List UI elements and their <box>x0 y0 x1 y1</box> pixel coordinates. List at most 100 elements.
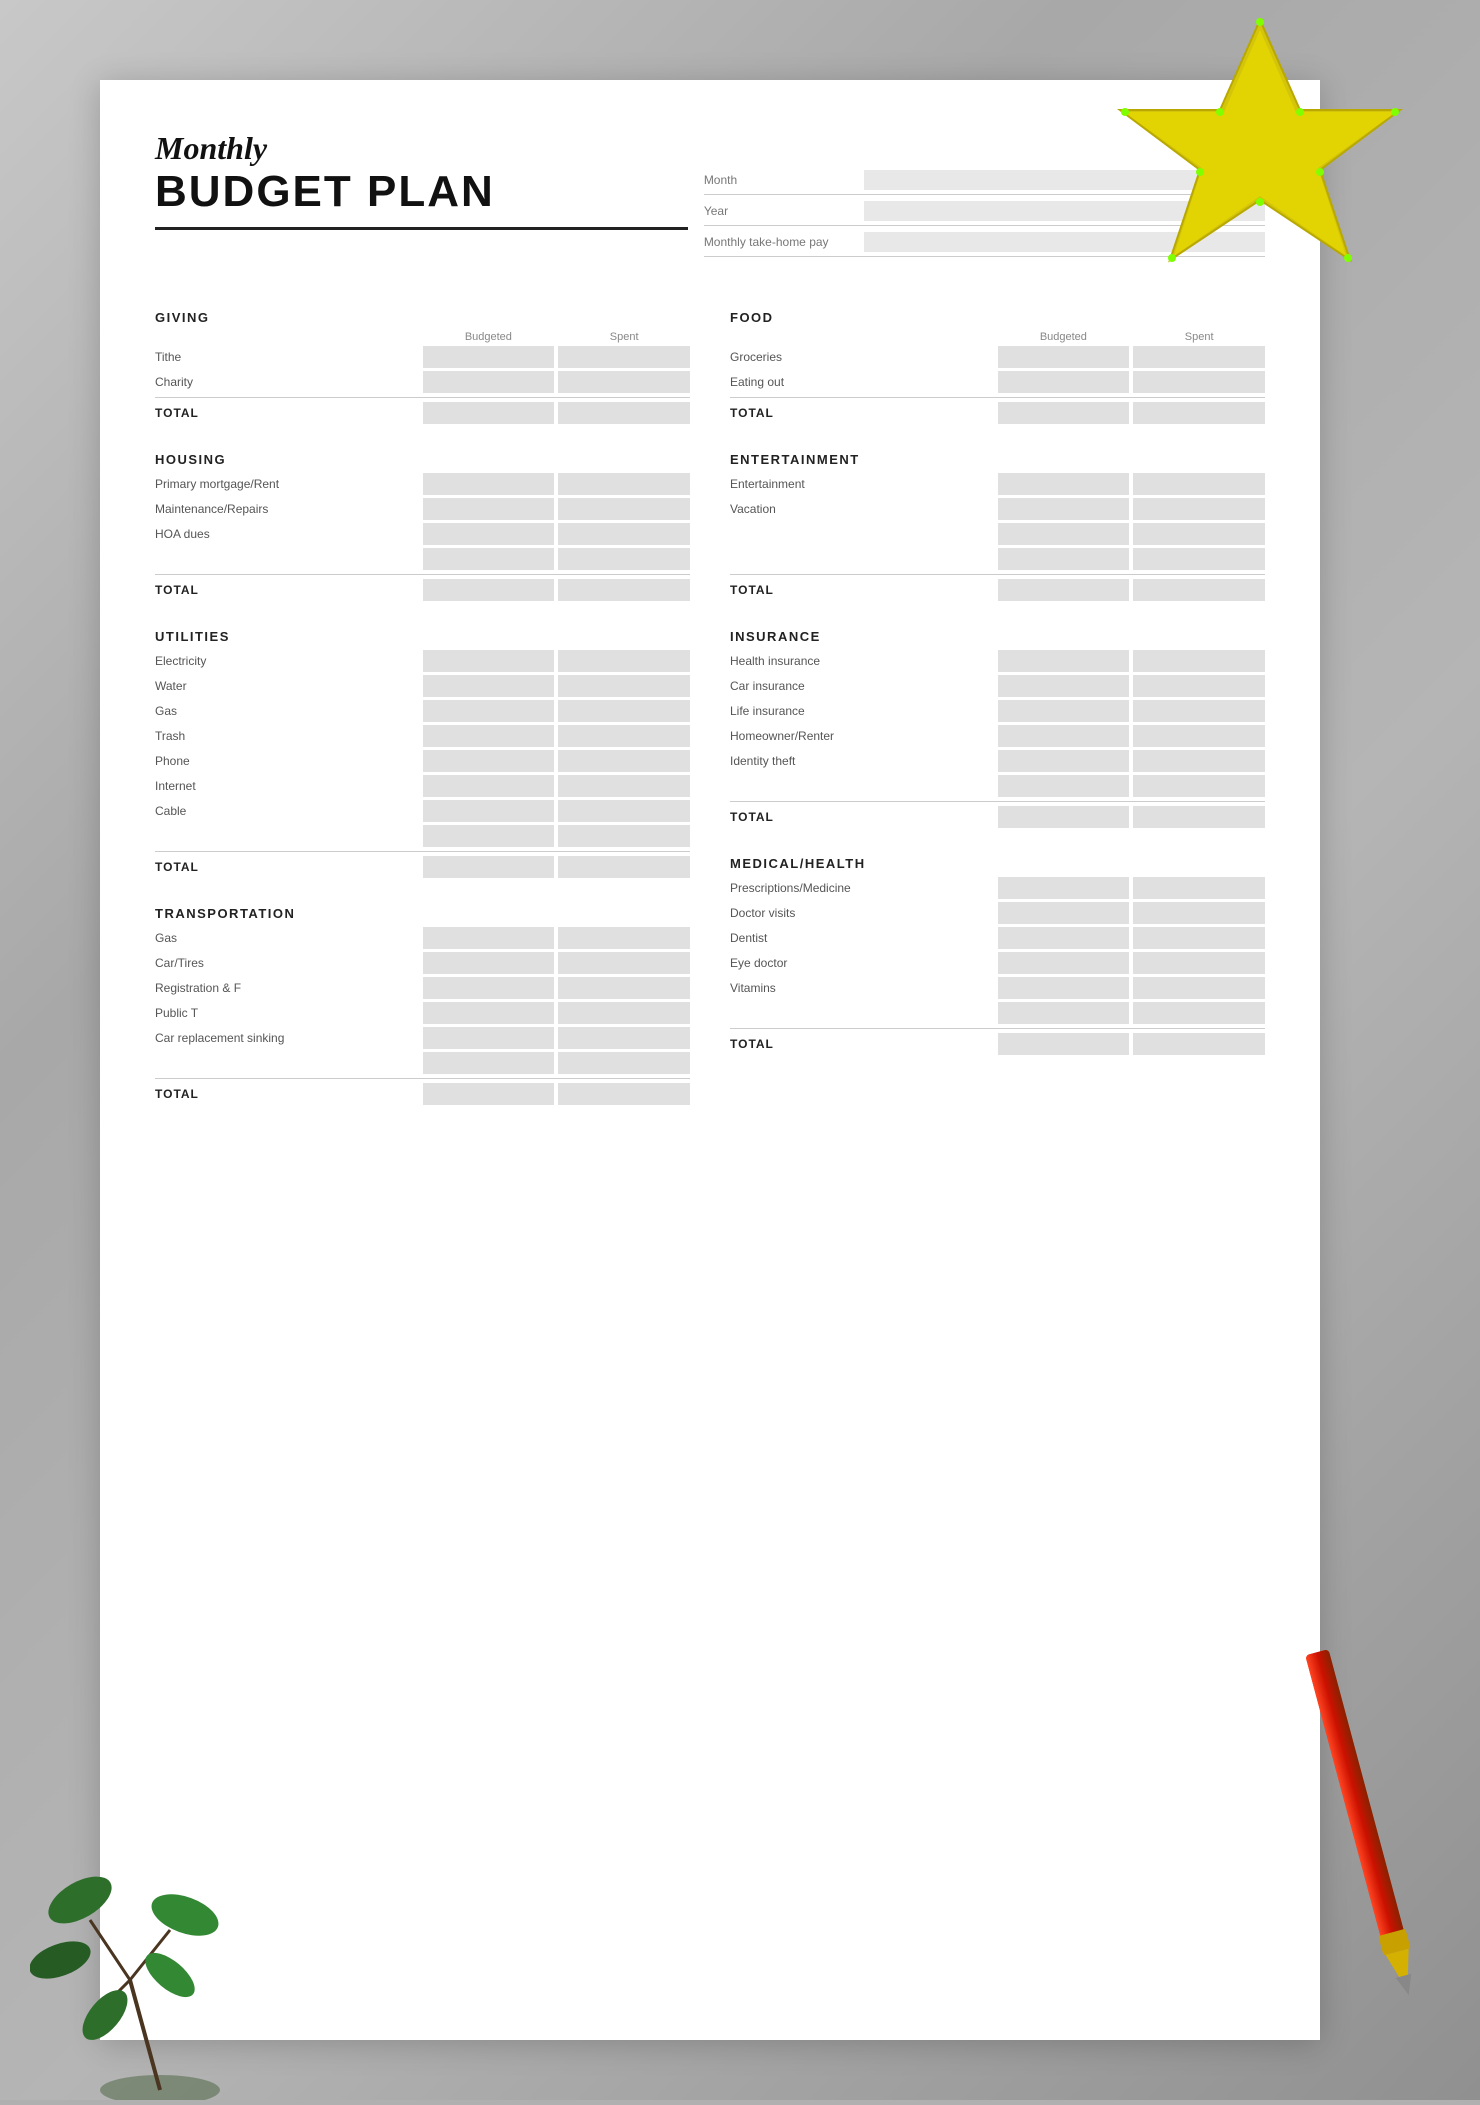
insurance-spent-empty[interactable] <box>1133 775 1265 797</box>
giving-total-label: TOTAL <box>155 402 419 424</box>
utilities-spent-empty[interactable] <box>558 825 690 847</box>
transportation-budgeted-registration[interactable] <box>423 977 555 999</box>
food-spent-eatingout[interactable] <box>1133 371 1265 393</box>
insurance-total-budgeted[interactable] <box>998 806 1130 828</box>
giving-spent-tithe[interactable] <box>558 346 690 368</box>
food-label-eatingout: Eating out <box>730 371 994 393</box>
entertainment-spent-empty2[interactable] <box>1133 548 1265 570</box>
utilities-spent-trash[interactable] <box>558 725 690 747</box>
utilities-spent-electricity[interactable] <box>558 650 690 672</box>
giving-total-budgeted[interactable] <box>423 402 555 424</box>
housing-row-hoa: HOA dues <box>155 523 690 545</box>
entertainment-spent-entertainment[interactable] <box>1133 473 1265 495</box>
medical-spent-eye[interactable] <box>1133 952 1265 974</box>
medical-row-eye: Eye doctor <box>730 952 1265 974</box>
housing-budgeted-hoa[interactable] <box>423 523 555 545</box>
food-total-budgeted[interactable] <box>998 402 1130 424</box>
housing-spent-maintenance[interactable] <box>558 498 690 520</box>
medical-budgeted-empty[interactable] <box>998 1002 1130 1024</box>
utilities-budgeted-cable[interactable] <box>423 800 555 822</box>
giving-budgeted-charity[interactable] <box>423 371 555 393</box>
transportation-spent-empty[interactable] <box>558 1052 690 1074</box>
utilities-row-cable: Cable <box>155 800 690 822</box>
medical-spent-dentist[interactable] <box>1133 927 1265 949</box>
insurance-spent-life[interactable] <box>1133 700 1265 722</box>
insurance-budgeted-health[interactable] <box>998 650 1130 672</box>
giving-spent-charity[interactable] <box>558 371 690 393</box>
insurance-spent-car[interactable] <box>1133 675 1265 697</box>
medical-budgeted-vitamins[interactable] <box>998 977 1130 999</box>
insurance-spent-homeowner[interactable] <box>1133 725 1265 747</box>
utilities-budgeted-internet[interactable] <box>423 775 555 797</box>
transportation-total-spent[interactable] <box>558 1083 690 1105</box>
medical-spent-vitamins[interactable] <box>1133 977 1265 999</box>
transportation-budgeted-tires[interactable] <box>423 952 555 974</box>
giving-total-spent[interactable] <box>558 402 690 424</box>
utilities-spent-cable[interactable] <box>558 800 690 822</box>
entertainment-spent-empty1[interactable] <box>1133 523 1265 545</box>
medical-budgeted-prescriptions[interactable] <box>998 877 1130 899</box>
utilities-budgeted-gas[interactable] <box>423 700 555 722</box>
utilities-spent-gas[interactable] <box>558 700 690 722</box>
medical-spent-prescriptions[interactable] <box>1133 877 1265 899</box>
utilities-budgeted-electricity[interactable] <box>423 650 555 672</box>
utilities-budgeted-water[interactable] <box>423 675 555 697</box>
medical-total-budgeted[interactable] <box>998 1033 1130 1055</box>
food-budgeted-groceries[interactable] <box>998 346 1130 368</box>
housing-budgeted-empty[interactable] <box>423 548 555 570</box>
transportation-total-budgeted[interactable] <box>423 1083 555 1105</box>
housing-total-budgeted[interactable] <box>423 579 555 601</box>
housing-spent-hoa[interactable] <box>558 523 690 545</box>
insurance-budgeted-life[interactable] <box>998 700 1130 722</box>
housing-total-spent[interactable] <box>558 579 690 601</box>
transportation-budgeted-empty[interactable] <box>423 1052 555 1074</box>
entertainment-budgeted-entertainment[interactable] <box>998 473 1130 495</box>
housing-budgeted-mortgage[interactable] <box>423 473 555 495</box>
utilities-budgeted-empty[interactable] <box>423 825 555 847</box>
medical-row-prescriptions: Prescriptions/Medicine <box>730 877 1265 899</box>
housing-spent-empty[interactable] <box>558 548 690 570</box>
medical-budgeted-eye[interactable] <box>998 952 1130 974</box>
transportation-spent-public[interactable] <box>558 1002 690 1024</box>
insurance-budgeted-identity[interactable] <box>998 750 1130 772</box>
utilities-spent-water[interactable] <box>558 675 690 697</box>
utilities-total-budgeted[interactable] <box>423 856 555 878</box>
transportation-budgeted-public[interactable] <box>423 1002 555 1024</box>
housing-budgeted-maintenance[interactable] <box>423 498 555 520</box>
insurance-budgeted-empty[interactable] <box>998 775 1130 797</box>
utilities-budgeted-phone[interactable] <box>423 750 555 772</box>
transportation-budgeted-gas[interactable] <box>423 927 555 949</box>
insurance-total-spent[interactable] <box>1133 806 1265 828</box>
food-budgeted-eatingout[interactable] <box>998 371 1130 393</box>
insurance-spent-identity[interactable] <box>1133 750 1265 772</box>
utilities-spent-phone[interactable] <box>558 750 690 772</box>
housing-spent-mortgage[interactable] <box>558 473 690 495</box>
transportation-budgeted-replacement[interactable] <box>423 1027 555 1049</box>
medical-spent-empty[interactable] <box>1133 1002 1265 1024</box>
food-total-spent[interactable] <box>1133 402 1265 424</box>
insurance-budgeted-homeowner[interactable] <box>998 725 1130 747</box>
transportation-spent-tires[interactable] <box>558 952 690 974</box>
food-spent-groceries[interactable] <box>1133 346 1265 368</box>
utilities-total-spent[interactable] <box>558 856 690 878</box>
entertainment-budgeted-empty1[interactable] <box>998 523 1130 545</box>
entertainment-budgeted-empty2[interactable] <box>998 548 1130 570</box>
medical-total-spent[interactable] <box>1133 1033 1265 1055</box>
entertainment-total-budgeted[interactable] <box>998 579 1130 601</box>
insurance-budgeted-car[interactable] <box>998 675 1130 697</box>
entertainment-spent-vacation[interactable] <box>1133 498 1265 520</box>
medical-budgeted-dentist[interactable] <box>998 927 1130 949</box>
medical-budgeted-doctor[interactable] <box>998 902 1130 924</box>
transportation-spent-gas[interactable] <box>558 927 690 949</box>
medical-spent-doctor[interactable] <box>1133 902 1265 924</box>
utilities-budgeted-trash[interactable] <box>423 725 555 747</box>
transportation-spent-registration[interactable] <box>558 977 690 999</box>
transportation-spent-replacement[interactable] <box>558 1027 690 1049</box>
insurance-spent-health[interactable] <box>1133 650 1265 672</box>
entertainment-total-spent[interactable] <box>1133 579 1265 601</box>
giving-budgeted-tithe[interactable] <box>423 346 555 368</box>
entertainment-budgeted-vacation[interactable] <box>998 498 1130 520</box>
food-total-row: TOTAL <box>730 397 1265 424</box>
medical-row-vitamins: Vitamins <box>730 977 1265 999</box>
utilities-spent-internet[interactable] <box>558 775 690 797</box>
